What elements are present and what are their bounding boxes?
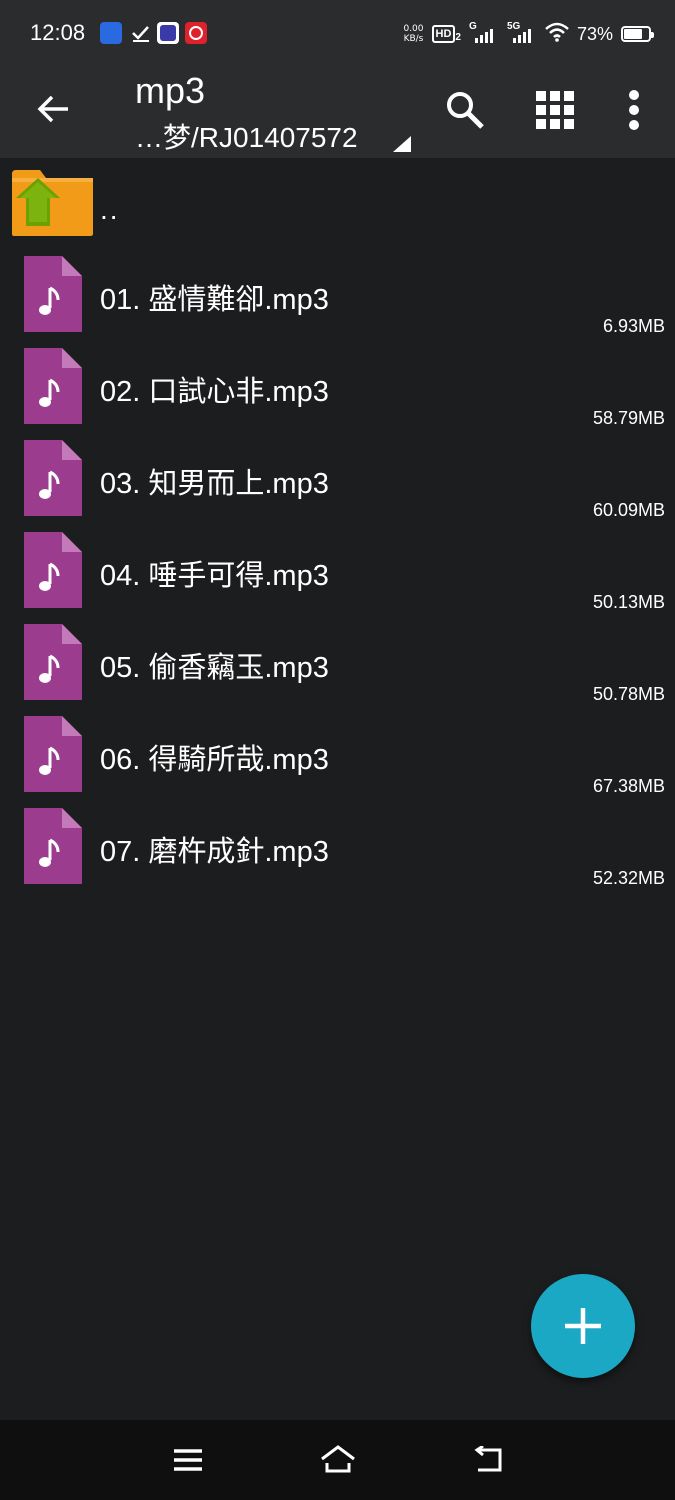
folder-up-icon <box>10 168 94 243</box>
audio-file-icon <box>22 438 84 518</box>
home-icon[interactable] <box>318 1442 358 1478</box>
file-size: 52.32MB <box>592 868 665 888</box>
hd-voice-icon: HD 2 <box>431 25 461 43</box>
app-toolbar: mp3 …梦/RJ01407572 <box>0 64 675 158</box>
hd-sub: 2 <box>455 32 461 43</box>
audio-file-icon <box>22 806 84 886</box>
file-name: 04. 唾手可得.mp3 <box>100 560 329 592</box>
audio-file-icon <box>22 622 84 702</box>
file-row[interactable]: 07. 磨杵成針.mp3 52.32MB <box>0 806 675 898</box>
file-name: 07. 磨杵成針.mp3 <box>100 836 329 868</box>
signal-sim2-icon: 5G <box>507 21 537 45</box>
menu-icon[interactable] <box>168 1442 208 1478</box>
breadcrumb-path[interactable]: …梦/RJ01407572 <box>135 116 358 156</box>
signal-sim1-icon: G <box>469 21 499 45</box>
back-icon[interactable] <box>468 1442 508 1478</box>
music-app-icon <box>185 22 207 44</box>
wifi-icon <box>545 22 569 47</box>
net-speed-unit: KB/s <box>403 34 424 44</box>
grid-view-icon[interactable] <box>529 84 581 136</box>
path-dropdown-caret-icon[interactable] <box>393 136 411 152</box>
file-size: 6.93MB <box>602 316 665 336</box>
notification-app-icon <box>157 22 179 44</box>
file-row[interactable]: 02. 口試心非.mp3 58.79MB <box>0 346 675 438</box>
file-row[interactable]: 05. 偷香竊玉.mp3 50.78MB <box>0 622 675 714</box>
file-size: 60.09MB <box>592 500 665 520</box>
file-row[interactable]: 01. 盛情難卻.mp3 6.93MB <box>0 254 675 346</box>
parent-directory-row[interactable]: .. <box>0 160 675 246</box>
file-name: 02. 口試心非.mp3 <box>100 376 329 408</box>
search-icon[interactable] <box>439 84 491 136</box>
battery-icon <box>621 26 654 42</box>
status-indicators: 0.00 KB/s HD 2 G 5G 73% <box>403 21 654 47</box>
file-row[interactable]: 06. 得騎所哉.mp3 67.38MB <box>0 714 675 806</box>
hd-label: HD <box>431 25 456 43</box>
file-name: 06. 得騎所哉.mp3 <box>100 744 329 776</box>
notification-app-icon <box>100 22 122 44</box>
file-size: 58.79MB <box>592 408 665 428</box>
audio-file-icon <box>22 530 84 610</box>
checkmark-notification-icon <box>130 22 152 44</box>
file-row[interactable]: 03. 知男而上.mp3 60.09MB <box>0 438 675 530</box>
add-fab-button[interactable] <box>531 1274 635 1378</box>
status-bar: 12:08 0.00 KB/s HD 2 G 5G 73% <box>0 0 675 64</box>
audio-file-icon <box>22 346 84 426</box>
back-arrow-icon[interactable] <box>30 86 76 132</box>
battery-percent: 73% <box>576 23 613 44</box>
file-name: 01. 盛情難卻.mp3 <box>100 284 329 316</box>
file-name: 03. 知男而上.mp3 <box>100 468 329 500</box>
more-vertical-icon[interactable] <box>608 84 660 136</box>
system-navigation-bar <box>0 1420 675 1500</box>
file-name: 05. 偷香竊玉.mp3 <box>100 652 329 684</box>
net-speed-value: 0.00 <box>403 24 424 34</box>
plus-icon <box>565 1308 601 1344</box>
audio-file-icon <box>22 714 84 794</box>
folder-title: mp3 <box>135 70 206 111</box>
file-size: 67.38MB <box>592 776 665 796</box>
audio-file-icon <box>22 254 84 334</box>
file-row[interactable]: 04. 唾手可得.mp3 50.13MB <box>0 530 675 622</box>
status-time: 12:08 <box>30 20 86 45</box>
file-size: 50.13MB <box>592 592 665 612</box>
parent-directory-label: .. <box>100 194 120 225</box>
network-speed: 0.00 KB/s <box>403 24 423 44</box>
file-size: 50.78MB <box>592 684 665 704</box>
